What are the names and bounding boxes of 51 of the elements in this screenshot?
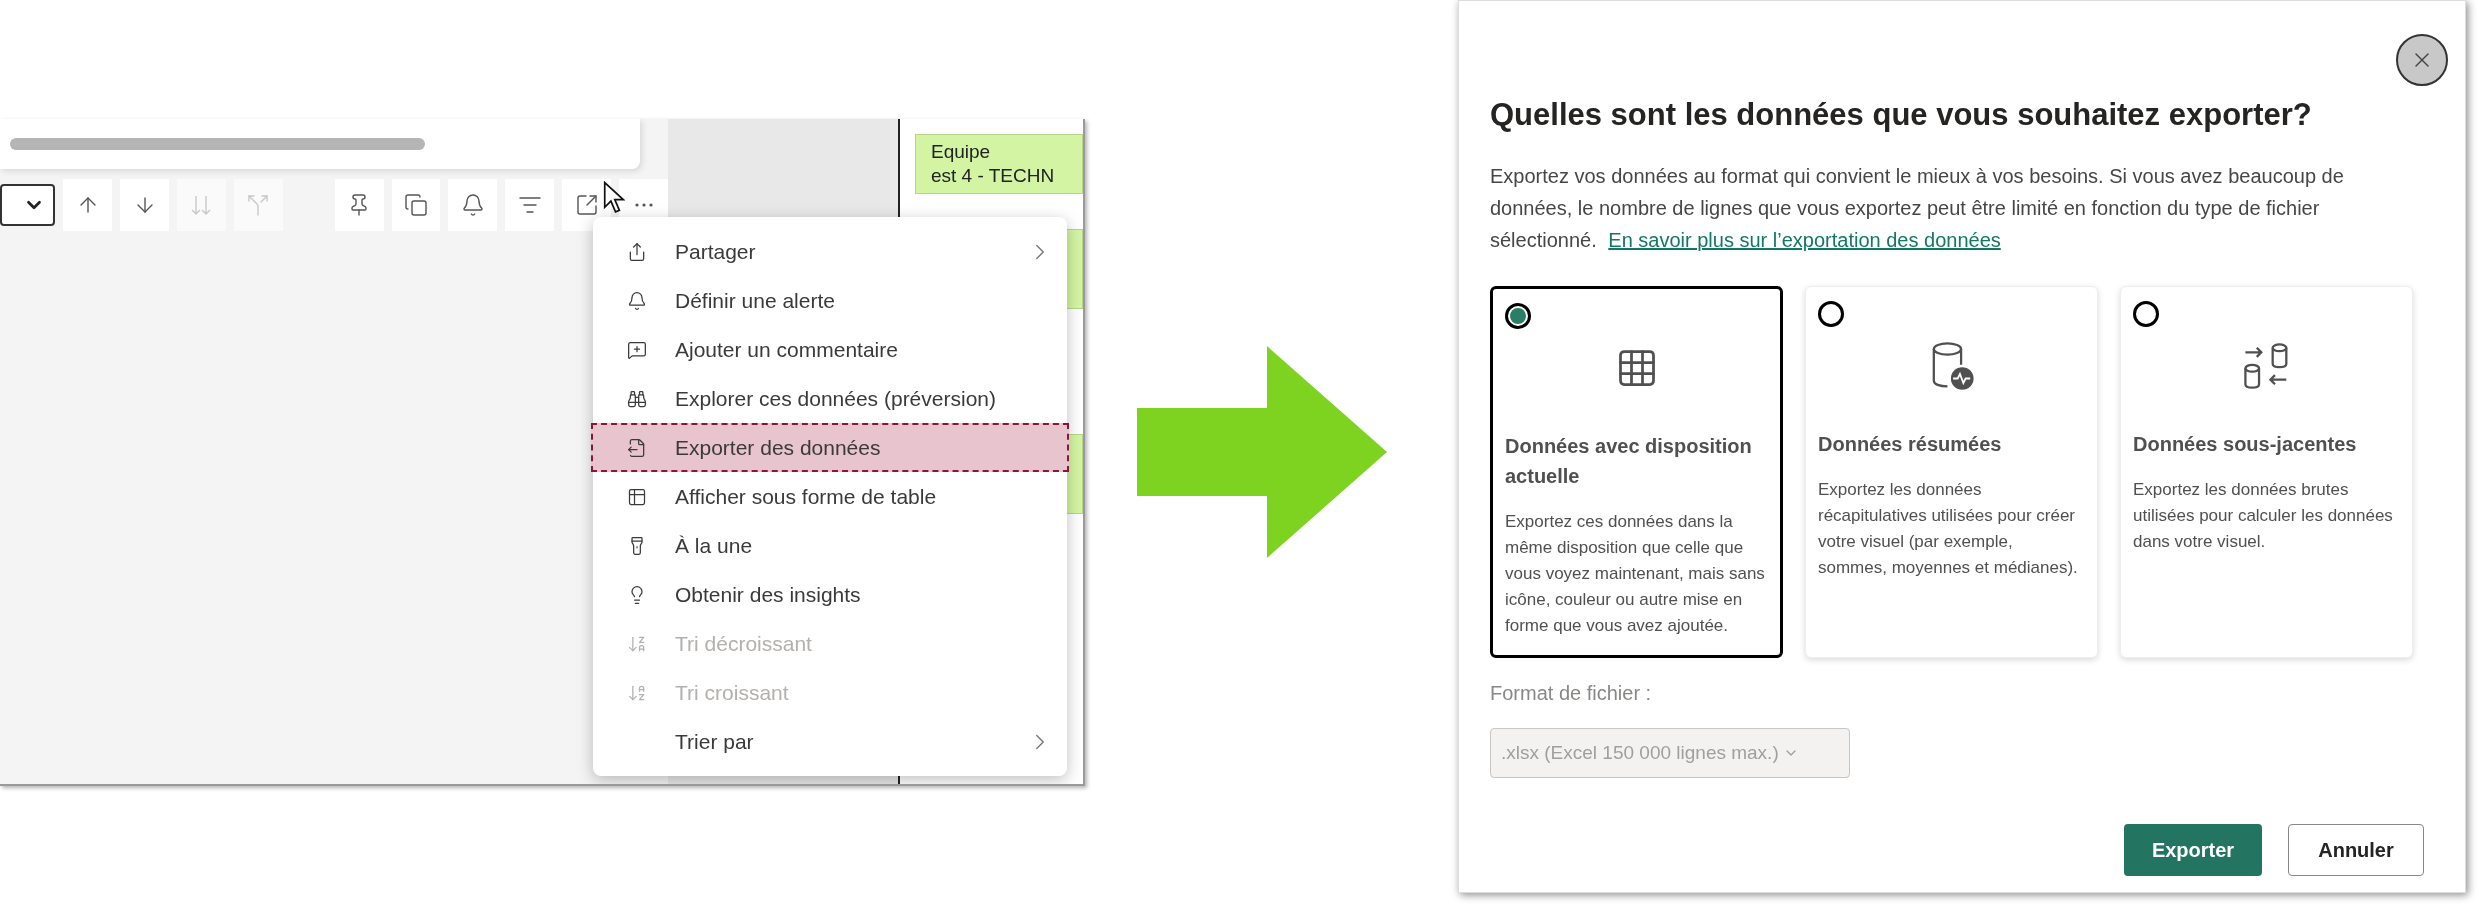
export-button[interactable]: Exporter	[2124, 824, 2262, 876]
file-export-icon	[627, 437, 647, 458]
bell-icon	[627, 290, 647, 311]
radio-button[interactable]	[2133, 301, 2159, 327]
menu-item[interactable]: Obtenir des insights	[593, 570, 1067, 619]
comment-icon	[627, 339, 647, 360]
card-value: est 4 - TECHN	[931, 164, 1056, 188]
card-title: Equipe	[931, 140, 992, 164]
cursor-icon	[603, 181, 625, 215]
copy-icon	[404, 193, 429, 217]
dialog-description: Exportez vos données au format qui convient le mieux à vos besoins. Si vous avez beaucoup de données, le nombre de lignes que vous exportez peut être limité en fonction du type de fichier sélectionné. En savoir plus sur l’exportation des données	[1490, 164, 2345, 253]
option-title: Données avec disposition actuelle	[1505, 434, 1753, 489]
option-card[interactable]: Données résumées Exportez les données récapitulatives utilisées pour créer votre visuel (par exemple, sommes, moyennes et médianes).	[1805, 286, 2098, 658]
dialog-title: Quelles sont les données que vous souhaitez exporter?	[1490, 99, 2313, 130]
share-icon	[627, 241, 647, 262]
hierarchy-icon	[246, 193, 271, 217]
menu-item[interactable]: Partager	[593, 227, 1067, 276]
option-title: Données résumées	[1818, 432, 2003, 457]
format-label: Format de fichier :	[1490, 681, 1653, 706]
scrollbar[interactable]	[10, 138, 425, 150]
arrow-up-button[interactable]	[63, 179, 113, 231]
table-icon	[627, 486, 647, 507]
close-button[interactable]	[2396, 34, 2448, 86]
dropdown-button[interactable]	[0, 184, 56, 226]
option-card[interactable]: Données avec disposition actuelle Exportez ces données dans la même disposition que celle que vous voyez maintenant, mais sans icône, couleur ou autre mise en forme que vous avez ajoutée.	[1490, 286, 1783, 658]
menu-item[interactable]: Afficher sous forme de table	[593, 472, 1067, 521]
bell-button[interactable]	[448, 179, 498, 231]
menu-item[interactable]: À la une	[593, 521, 1067, 570]
arrow-down-button[interactable]	[120, 179, 169, 231]
right-arrow-icon	[1137, 346, 1387, 558]
option-card[interactable]: Données sous-jacentes Exportez les données brutes utilisées pour calculer les données dans votre visuel.	[2120, 286, 2413, 658]
focus-mode-icon	[574, 193, 599, 217]
menu-item[interactable]: Ajouter un commentaire	[593, 325, 1067, 374]
option-description: Exportez les données brutes utilisées pour calculer les données dans votre visuel.	[2133, 479, 2394, 553]
menu-item[interactable]: Trier par	[593, 717, 1067, 766]
option-description: Exportez les données récapitulatives utilisées pour créer votre visuel (par exemple, sommes, moyennes et médianes).	[1818, 479, 2079, 579]
option-description: Exportez ces données dans la même disposition que celle que vous voyez maintenant, mais sans icône, couleur ou autre mise en forme que vous avez ajoutée.	[1505, 511, 1766, 637]
menu-item[interactable]: Définir une alerte	[593, 276, 1067, 325]
binoculars-icon	[627, 388, 647, 409]
menu-item[interactable]: Explorer ces données (préversion)	[593, 374, 1067, 423]
cancel-button[interactable]: Annuler	[2288, 824, 2424, 876]
option-title: Données sous-jacentes	[2133, 432, 2358, 457]
filter-button[interactable]	[505, 179, 555, 231]
bell-icon	[460, 193, 485, 217]
radio-button[interactable]	[1818, 301, 1844, 327]
radio-button[interactable]	[1505, 303, 1531, 329]
copy-button[interactable]	[391, 179, 441, 231]
more-options-icon	[634, 203, 653, 207]
pin-button[interactable]	[334, 179, 384, 231]
learn-more-link[interactable]: En savoir plus sur l’exportation des données	[1608, 229, 2001, 251]
menu-item[interactable]: Exporter des données	[591, 423, 1069, 472]
